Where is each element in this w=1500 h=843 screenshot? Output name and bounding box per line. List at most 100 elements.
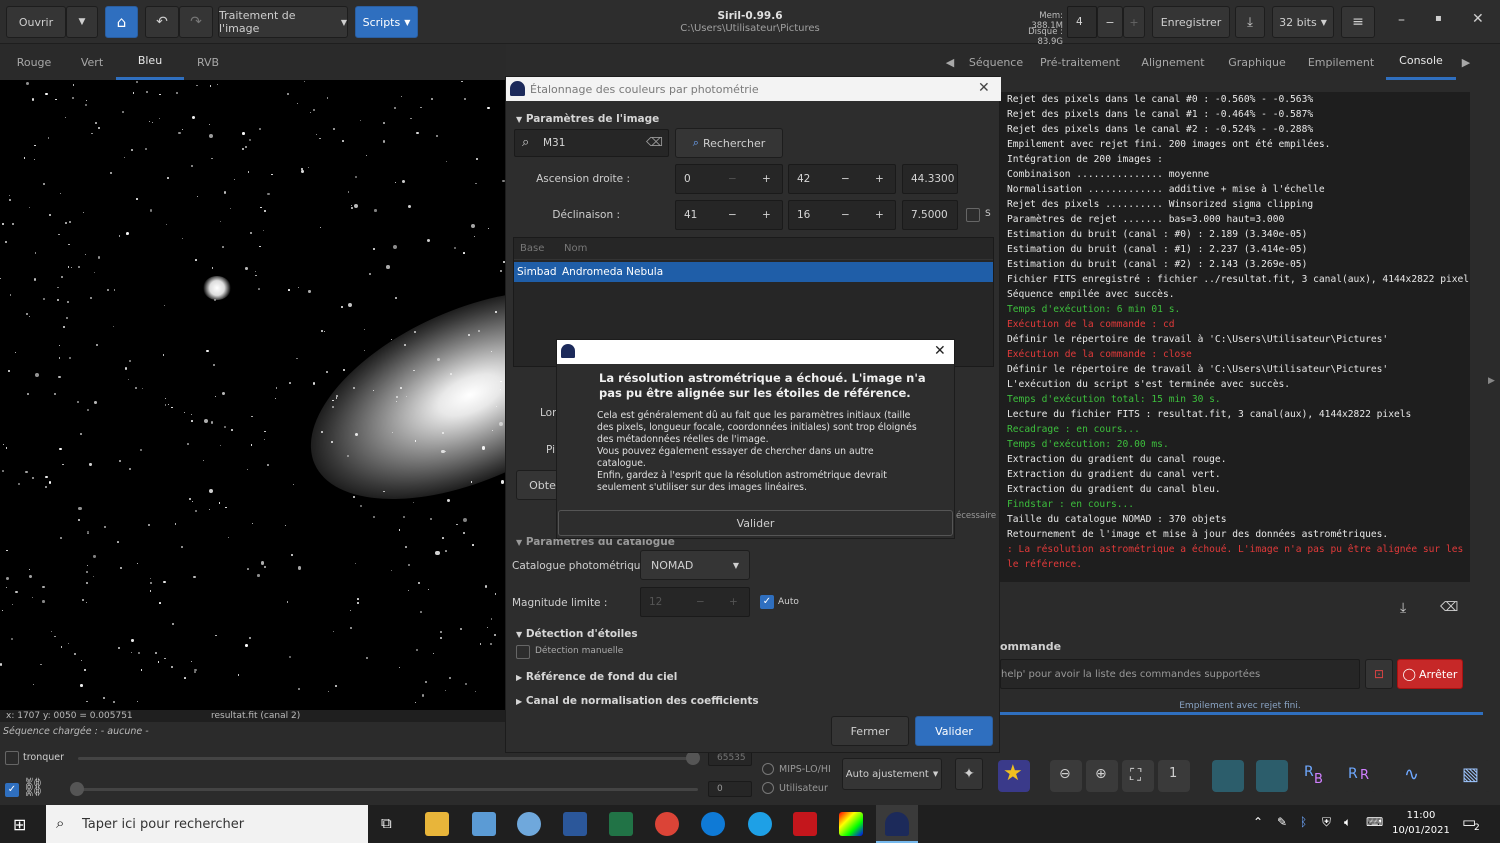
console-log[interactable]: Rejet des pixels dans le canal #0 : -0.5… bbox=[1000, 92, 1470, 582]
scripts-menu[interactable]: Scripts ▼ bbox=[355, 6, 418, 38]
image-info-icon[interactable]: ▧ bbox=[1458, 760, 1490, 792]
dec-minutes-field[interactable]: 16− + bbox=[788, 200, 896, 230]
security-icon[interactable]: ⛨ bbox=[1322, 815, 1331, 830]
threads-increment[interactable]: + bbox=[1123, 6, 1145, 38]
link-checkbox[interactable]: ✓ bbox=[5, 783, 19, 797]
clear-icon[interactable]: ⌫ bbox=[646, 135, 663, 149]
dec-degrees-field[interactable]: 41− + bbox=[675, 200, 783, 230]
color-app-icon[interactable] bbox=[839, 812, 863, 836]
threads-input[interactable]: 4 bbox=[1067, 6, 1097, 38]
tab-bleu[interactable]: Bleu bbox=[116, 44, 184, 80]
hamburger-menu-button[interactable]: ≡ bbox=[1341, 6, 1375, 38]
zoom-in-icon[interactable]: ⊕ bbox=[1086, 760, 1118, 792]
excel-icon[interactable] bbox=[609, 812, 633, 836]
image-params-section[interactable]: ▼ Paramètres de l'image bbox=[516, 113, 659, 125]
auto-adjust-dropdown[interactable]: Auto ajustement ▼ bbox=[842, 758, 942, 790]
task-view-icon[interactable]: ⧉ bbox=[381, 814, 392, 832]
magnitude-field[interactable]: 12− + bbox=[640, 587, 750, 617]
search-button[interactable]: ⌕ Rechercher bbox=[675, 128, 783, 158]
close-button[interactable]: Fermer bbox=[831, 716, 909, 746]
edge-icon[interactable] bbox=[701, 812, 725, 836]
max-slider[interactable] bbox=[78, 757, 698, 760]
rotate-left-icon[interactable] bbox=[1212, 760, 1244, 792]
zoom-out-icon[interactable]: ⊖ bbox=[1050, 760, 1082, 792]
min-value-input[interactable]: 0 bbox=[708, 781, 752, 797]
save-log-icon[interactable]: ⤓ bbox=[1400, 600, 1406, 616]
ra-seconds-field[interactable]: 44.3300 bbox=[902, 164, 958, 194]
ra-hours-field[interactable]: 0− + bbox=[675, 164, 783, 194]
tab-rouge[interactable]: Rouge bbox=[0, 44, 68, 80]
user-radio[interactable] bbox=[762, 782, 774, 794]
tab-alignment[interactable]: Alignement bbox=[1128, 44, 1218, 80]
clock-time[interactable]: 11:00 bbox=[1396, 810, 1446, 821]
tab-console[interactable]: Console bbox=[1386, 44, 1456, 80]
pen-icon[interactable]: ✎ bbox=[1277, 815, 1287, 829]
rotate-right-icon[interactable] bbox=[1256, 760, 1288, 792]
col-base-header[interactable]: Base bbox=[520, 243, 544, 254]
save-as-button[interactable]: ⤓ bbox=[1235, 6, 1265, 38]
volume-icon[interactable]: 🔈︎ bbox=[1344, 815, 1351, 830]
tabs-scroll-right-icon[interactable]: ▶ bbox=[1456, 44, 1476, 80]
command-input[interactable]: help' pour avoir la liste des commandes … bbox=[1000, 659, 1360, 689]
close-window-icon[interactable]: ✕ bbox=[1472, 11, 1484, 27]
panel-collapse-icon[interactable]: ▶ bbox=[1488, 376, 1495, 386]
threads-decrement[interactable]: − bbox=[1097, 6, 1123, 38]
close-icon[interactable]: ✕ bbox=[978, 80, 990, 96]
tab-vert[interactable]: Vert bbox=[68, 44, 116, 80]
south-checkbox[interactable] bbox=[966, 208, 980, 222]
pin-button[interactable]: ✦ bbox=[955, 758, 983, 790]
image-processing-menu[interactable]: Traitement de l'image ▼ bbox=[218, 6, 348, 38]
mipslo-radio[interactable] bbox=[762, 763, 774, 775]
bit-depth-selector[interactable]: 32 bits ▼ bbox=[1272, 6, 1334, 38]
clear-log-icon[interactable]: ⌫ bbox=[1440, 600, 1458, 615]
zoom-fit-icon[interactable]: ⛶ bbox=[1122, 760, 1154, 792]
maximize-icon[interactable]: ▪ bbox=[1435, 13, 1442, 24]
stop-button[interactable]: ◯ Arrêter bbox=[1397, 659, 1463, 689]
image-viewer[interactable] bbox=[0, 80, 506, 710]
control-panel-icon[interactable] bbox=[472, 812, 496, 836]
undo-button[interactable]: ↶ bbox=[145, 6, 179, 38]
tab-stacking[interactable]: Empilement bbox=[1296, 44, 1386, 80]
crop-checkbox[interactable] bbox=[5, 751, 19, 765]
manual-detection-checkbox[interactable] bbox=[516, 645, 530, 659]
close-icon[interactable]: ✕ bbox=[934, 343, 946, 359]
catalog-dropdown[interactable]: NOMAD ▼ bbox=[640, 550, 750, 580]
star-detection-section[interactable]: ▼ Détection d'étoiles bbox=[516, 628, 638, 640]
error-ok-button[interactable]: Valider bbox=[558, 510, 953, 536]
table-row[interactable]: Simbad Andromeda Nebula bbox=[514, 262, 993, 282]
dec-seconds-field[interactable]: 7.5000 bbox=[902, 200, 958, 230]
script-help-button[interactable]: ⊡ bbox=[1365, 659, 1393, 689]
tab-rvb[interactable]: RVB bbox=[184, 44, 232, 80]
background-ref-section[interactable]: ▶ Référence de fond du ciel bbox=[516, 671, 677, 683]
min-slider-handle[interactable] bbox=[70, 782, 84, 796]
col-name-header[interactable]: Nom bbox=[564, 243, 587, 254]
file-explorer-icon[interactable] bbox=[425, 812, 449, 836]
bluetooth-icon[interactable]: ᛒ bbox=[1300, 815, 1307, 829]
minimize-icon[interactable]: – bbox=[1398, 12, 1405, 28]
language-icon[interactable]: ⌨ bbox=[1366, 815, 1383, 829]
validate-button[interactable]: Valider bbox=[915, 716, 993, 746]
histogram-icon[interactable]: ∿ bbox=[1400, 760, 1432, 792]
tab-sequence[interactable]: Séquence bbox=[960, 44, 1032, 80]
internet-explorer-icon[interactable] bbox=[748, 812, 772, 836]
open-recent-dropdown[interactable]: ▼ bbox=[66, 6, 98, 38]
rgb-compose-icon[interactable]: RR bbox=[1344, 760, 1376, 792]
max-slider-handle[interactable] bbox=[686, 751, 700, 765]
tab-graph[interactable]: Graphique bbox=[1218, 44, 1296, 80]
flickr-icon[interactable] bbox=[517, 812, 541, 836]
ra-minutes-field[interactable]: 42− + bbox=[788, 164, 896, 194]
windows-start-icon[interactable]: ⊞ bbox=[13, 815, 26, 834]
rgb-align-icon[interactable]: RB bbox=[1300, 760, 1332, 792]
star-tool-icon[interactable]: ★ bbox=[998, 760, 1030, 792]
save-button[interactable]: Enregistrer bbox=[1152, 6, 1230, 38]
open-button[interactable]: Ouvrir bbox=[6, 6, 66, 38]
clock-date[interactable]: 10/01/2021 bbox=[1388, 825, 1454, 836]
tray-chevron-up-icon[interactable]: ⌃ bbox=[1253, 815, 1263, 829]
normalization-section[interactable]: ▶ Canal de normalisation des coefficient… bbox=[516, 695, 759, 707]
acrobat-icon[interactable] bbox=[793, 812, 817, 836]
home-button[interactable]: ⌂ bbox=[105, 6, 138, 38]
word-icon[interactable] bbox=[563, 812, 587, 836]
min-slider[interactable] bbox=[78, 788, 698, 791]
zoom-one-icon[interactable]: 1 bbox=[1158, 760, 1190, 792]
tab-preprocessing[interactable]: Pré-traitement bbox=[1032, 44, 1128, 80]
